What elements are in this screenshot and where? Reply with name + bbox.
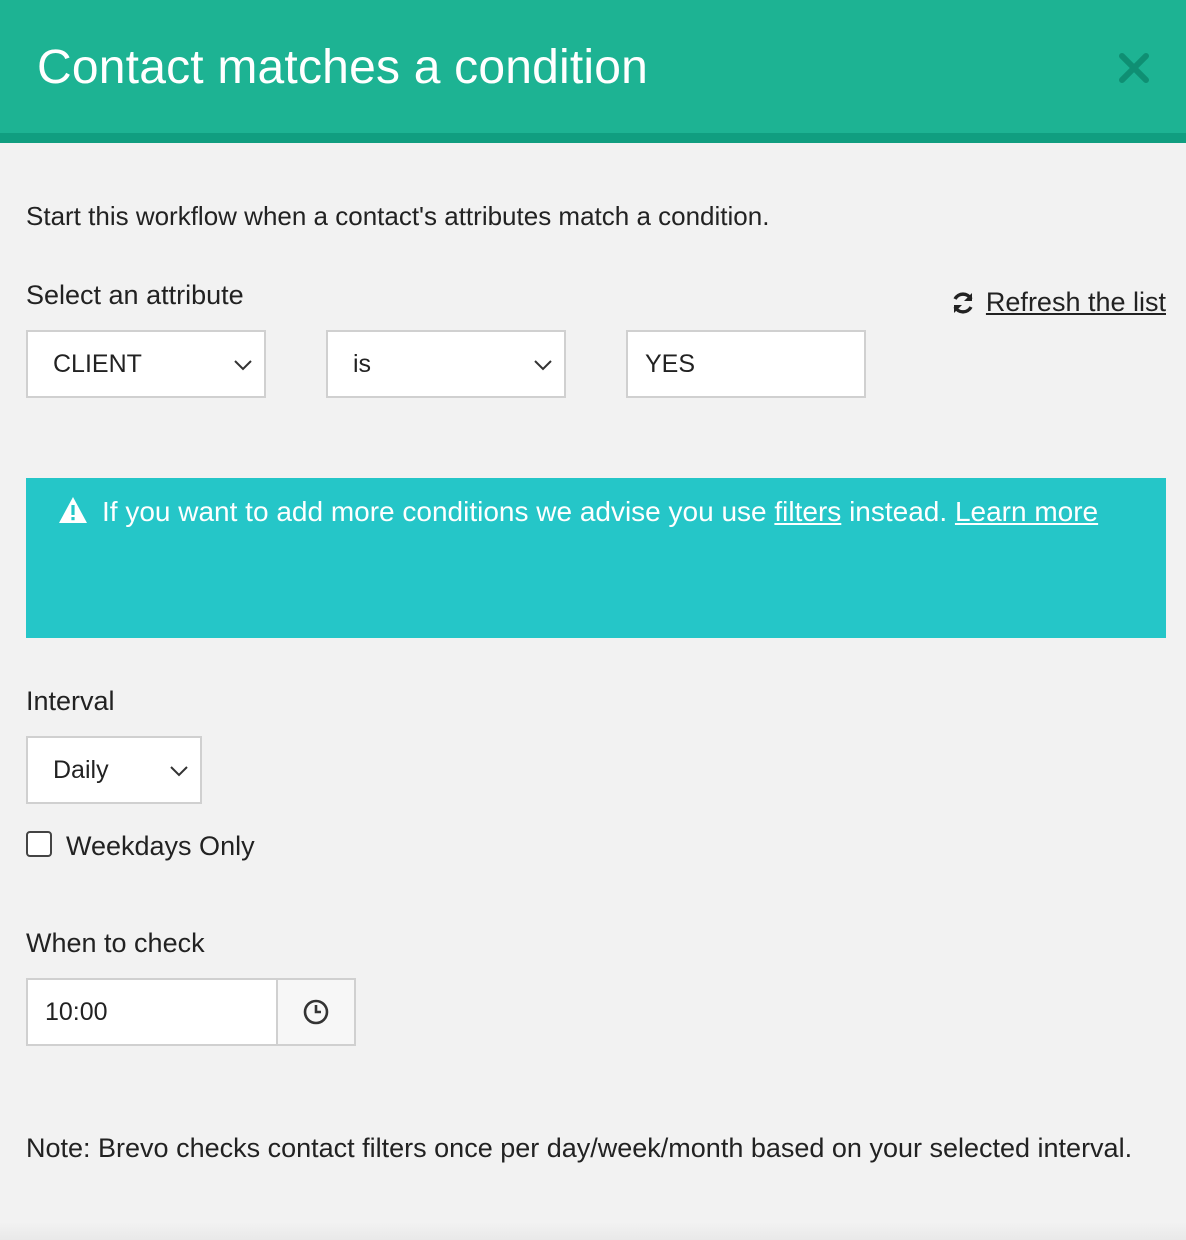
modal-title: Contact matches a condition: [37, 41, 649, 94]
chevron-down-icon: [234, 360, 252, 371]
interval-select-value: Daily: [53, 755, 109, 784]
weekdays-only-label: Weekdays Only: [66, 831, 255, 861]
chevron-down-icon: [534, 360, 552, 371]
interval-label: Interval: [26, 686, 115, 716]
clock-icon: [303, 999, 329, 1025]
warning-icon: [59, 497, 87, 523]
conditions-notice: If you want to add more conditions we ad…: [26, 478, 1166, 638]
when-to-check-label: When to check: [26, 928, 205, 958]
notice-text-before: If you want to add more conditions we ad…: [102, 496, 775, 527]
close-button[interactable]: [1112, 46, 1156, 90]
notice-text-middle: instead.: [841, 496, 955, 527]
weekdays-only-checkbox[interactable]: [26, 831, 52, 857]
intro-text: Start this workflow when a contact's att…: [26, 201, 770, 231]
attribute-select[interactable]: CLIENT: [26, 330, 266, 398]
chevron-down-icon: [170, 766, 188, 777]
refresh-icon: [953, 291, 973, 314]
time-picker-button[interactable]: [276, 978, 356, 1046]
filters-link[interactable]: filters: [774, 496, 841, 527]
time-input-value: 10:00: [45, 997, 108, 1026]
operator-select[interactable]: is: [326, 330, 566, 398]
interval-note: Note: Brevo checks contact filters once …: [26, 1133, 1133, 1163]
refresh-list-link[interactable]: Refresh the list: [950, 287, 1166, 318]
modal-header: Contact matches a condition: [0, 0, 1186, 143]
attribute-label: Select an attribute: [26, 280, 244, 310]
time-input[interactable]: 10:00: [26, 978, 278, 1046]
value-input-text: YES: [645, 349, 696, 378]
value-input[interactable]: YES: [626, 330, 866, 398]
close-icon: [1119, 53, 1149, 83]
operator-select-value: is: [353, 349, 372, 378]
bottom-shadow: [0, 1222, 1186, 1240]
attribute-select-value: CLIENT: [53, 349, 142, 378]
learn-more-link[interactable]: Learn more: [955, 496, 1098, 527]
refresh-list-label: Refresh the list: [985, 287, 1166, 317]
interval-select[interactable]: Daily: [26, 736, 202, 804]
